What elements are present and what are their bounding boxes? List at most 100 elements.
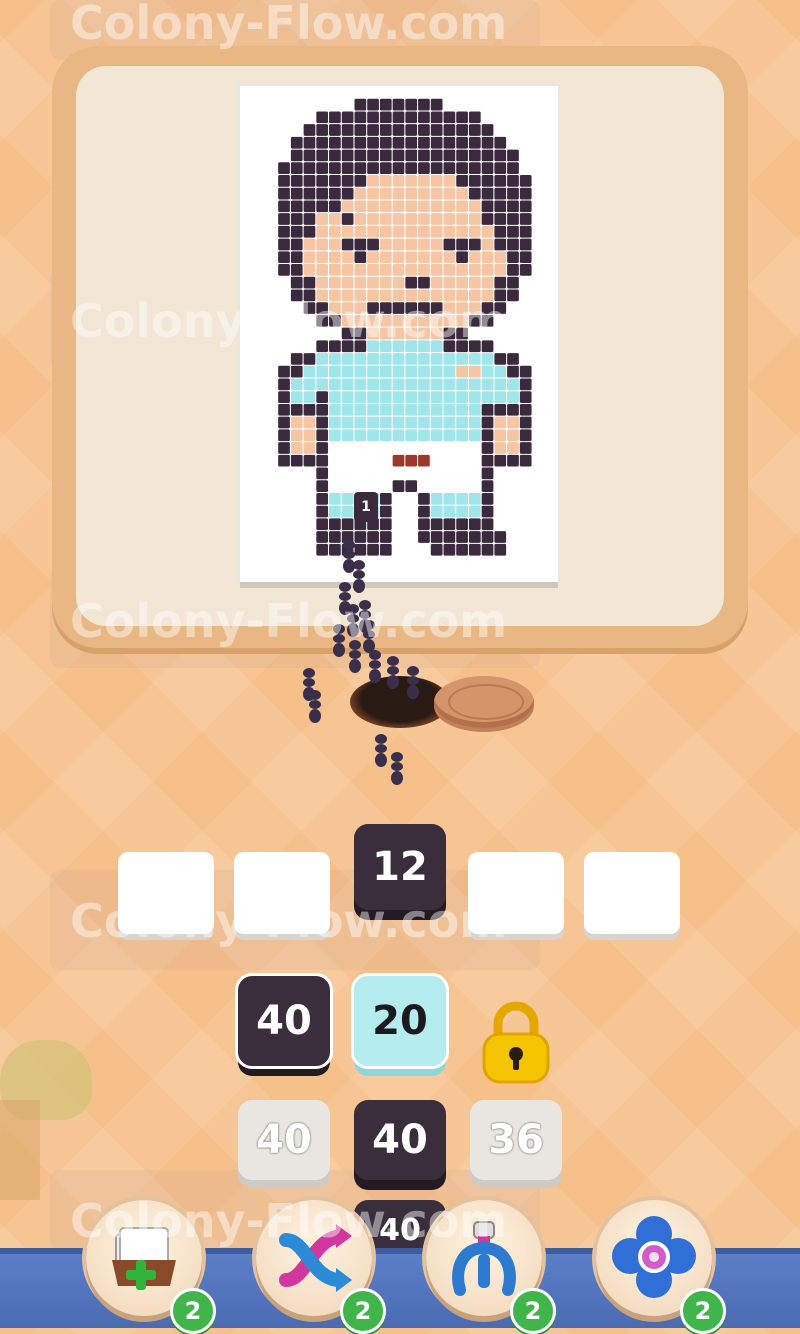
pixel-cell	[481, 391, 494, 403]
pixel-cell	[430, 111, 443, 124]
pixel-cell	[278, 480, 290, 492]
pixel-cell	[367, 327, 379, 340]
booster-magnet[interactable]: 2	[426, 1200, 556, 1334]
pixel-cell	[532, 543, 545, 556]
pixel-cell	[265, 264, 278, 276]
pixel-cell	[430, 569, 443, 581]
pixel-cell	[545, 543, 557, 556]
pixel-cell	[265, 391, 278, 403]
pixel-cell	[316, 276, 329, 289]
pixel-cell	[545, 391, 557, 403]
pixel-cell	[507, 264, 519, 276]
pixel-cell	[290, 162, 303, 175]
pixel-cell	[240, 340, 252, 353]
pixel-cell	[494, 162, 507, 175]
pixel-cell	[341, 200, 354, 213]
pixel-cell	[278, 378, 290, 391]
pixel-cell	[507, 531, 519, 543]
booster-shuffle[interactable]: 2	[256, 1200, 386, 1334]
pixel-cell	[240, 467, 252, 480]
pixel-cell	[316, 340, 329, 353]
queue-active-tile[interactable]: 12	[354, 824, 446, 910]
pixel-cell	[341, 365, 354, 378]
pixel-cell	[494, 98, 507, 111]
pixel-cell	[481, 365, 494, 378]
pixel-cell	[379, 251, 392, 264]
pixel-cell	[443, 416, 456, 429]
pixel-cell	[278, 264, 290, 276]
pixel-cell	[341, 175, 354, 187]
pixel-cell	[507, 302, 519, 314]
pixel-cell	[456, 327, 468, 340]
pixel-cell	[481, 251, 494, 264]
pixel-cell	[290, 314, 303, 327]
pixel-cell	[405, 302, 418, 314]
pixel-cell	[481, 264, 494, 276]
pixel-cell	[418, 480, 430, 492]
pixel-cell	[392, 314, 405, 327]
tile-light-row1[interactable]: 20	[351, 973, 449, 1069]
pixel-cell	[379, 162, 392, 175]
pixel-cell	[443, 365, 456, 378]
pixel-cell	[341, 264, 354, 276]
pixel-cell	[456, 314, 468, 327]
pixel-cell	[519, 136, 532, 149]
pixel-cell	[443, 225, 456, 238]
pixel-cell	[507, 467, 519, 480]
pixel-cell	[532, 505, 545, 518]
pixel-cell	[507, 403, 519, 416]
pixel-cell	[405, 187, 418, 200]
pixel-cell	[240, 391, 252, 403]
pixel-cell	[494, 251, 507, 264]
pixel-cell	[354, 391, 367, 403]
pixel-cell	[532, 327, 545, 340]
pixel-cell	[252, 543, 265, 556]
pixel-cell	[468, 378, 481, 391]
pixel-cell	[519, 251, 532, 264]
pixel-cell	[456, 162, 468, 175]
pixel-cell	[392, 556, 405, 569]
booster-add-slot[interactable]: 2	[86, 1200, 216, 1334]
pixel-cell	[354, 353, 367, 365]
pixel-cell	[519, 365, 532, 378]
pixel-cell	[278, 124, 290, 136]
pixel-cell	[316, 251, 329, 264]
pixel-cell	[418, 200, 430, 213]
pixel-cell	[290, 556, 303, 569]
pixel-cell	[379, 276, 392, 289]
pixel-cell	[443, 467, 456, 480]
pixel-cell	[456, 187, 468, 200]
pixel-cell	[303, 86, 316, 98]
booster-flower[interactable]: 2	[596, 1200, 726, 1334]
pixel-cell	[265, 480, 278, 492]
pixel-cell	[507, 162, 519, 175]
pixel-cell	[468, 98, 481, 111]
pixel-cell	[367, 378, 379, 391]
pixel-cell	[379, 531, 392, 543]
pixel-cell	[265, 314, 278, 327]
pixel-cell	[367, 531, 379, 543]
queue-slot-empty	[584, 852, 680, 934]
pixel-cell	[481, 86, 494, 98]
pixel-cell	[303, 416, 316, 429]
pixel-cell	[532, 454, 545, 467]
pixel-cell	[532, 225, 545, 238]
pixel-cell	[532, 442, 545, 454]
pixel-cell	[532, 200, 545, 213]
pixel-cell	[354, 378, 367, 391]
pixel-cell	[392, 213, 405, 225]
pixel-cell	[341, 302, 354, 314]
pixel-cell	[252, 162, 265, 175]
pixel-cell	[430, 454, 443, 467]
pixel-cell	[405, 264, 418, 276]
pixel-cell	[316, 302, 329, 314]
pixel-cell	[545, 454, 557, 467]
tile-dark-row1[interactable]: 40	[235, 973, 333, 1069]
pixel-cell	[290, 327, 303, 340]
pixel-cell	[430, 543, 443, 556]
pixel-cell	[418, 416, 430, 429]
pixel-cell	[265, 187, 278, 200]
pixel-cell	[252, 225, 265, 238]
pixel-cell	[303, 162, 316, 175]
pixel-cell	[379, 492, 392, 505]
